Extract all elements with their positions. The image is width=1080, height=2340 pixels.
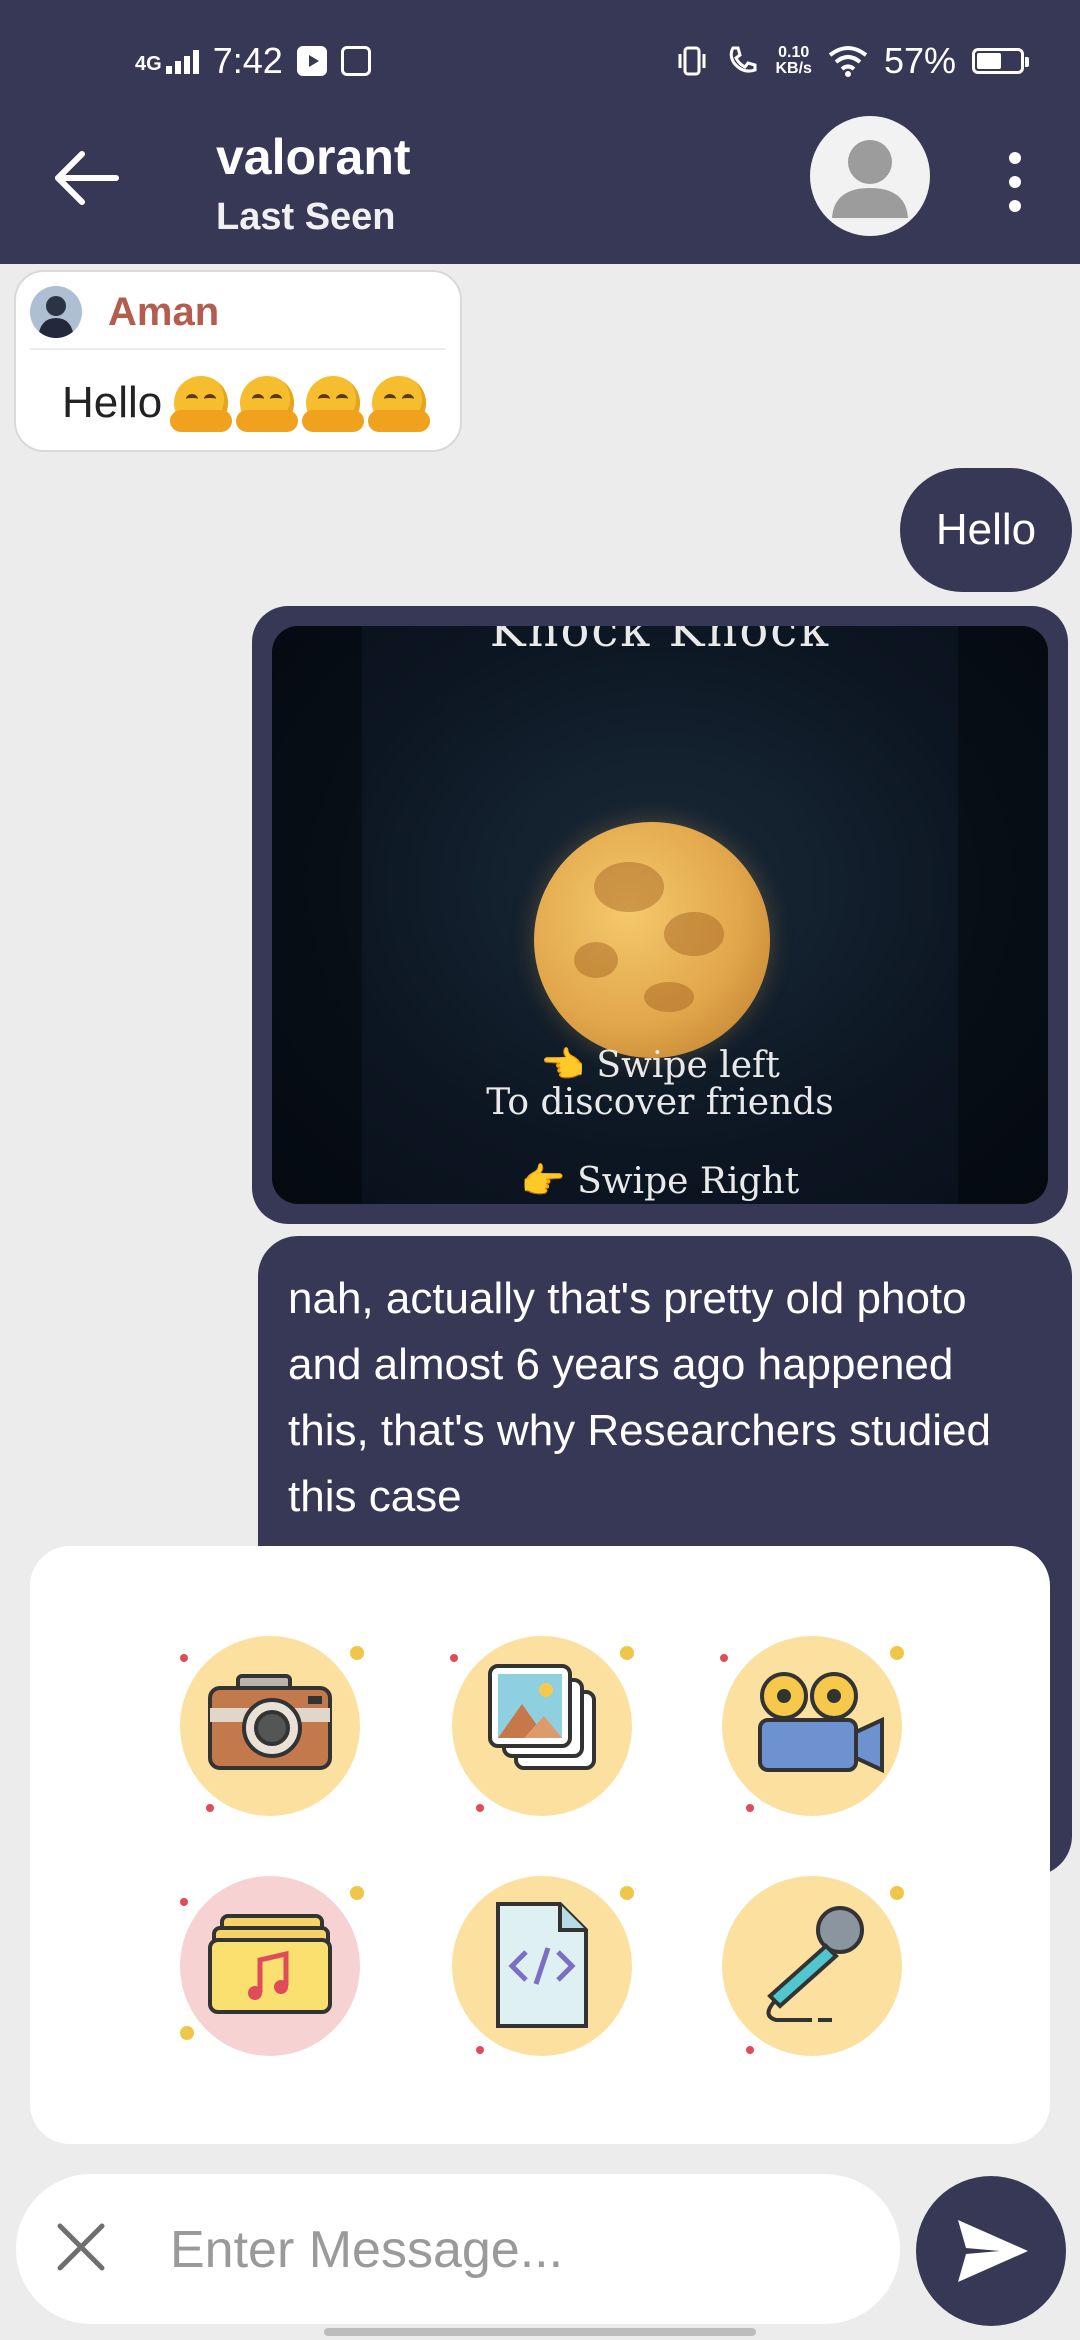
- attach-video-button[interactable]: [722, 1636, 902, 1816]
- battery-level: [977, 53, 1001, 69]
- moon-image: [534, 822, 770, 1058]
- attach-voice-button[interactable]: [722, 1876, 902, 2056]
- hugging-face-emoji-icon: [236, 376, 299, 432]
- network-type: 4G: [135, 53, 162, 75]
- last-seen-status: Last Seen: [216, 196, 396, 238]
- mail-notification-icon: [340, 46, 371, 76]
- clock: 7:42: [212, 40, 283, 81]
- image-caption-line1: 👈 Swipe left: [540, 1045, 780, 1086]
- battery-icon: [972, 48, 1029, 74]
- back-arrow-icon[interactable]: [52, 148, 122, 208]
- data-speed-value: 0.10: [778, 44, 810, 61]
- outgoing-image-bubble[interactable]: Knock Knock 👈 Swipe left To discover fri…: [252, 606, 1068, 1224]
- more-options-icon[interactable]: [1000, 152, 1030, 212]
- music-folder-icon: [208, 1914, 332, 2014]
- chat-header: 4G 7:42 0.10 KB/s 57% valorant Last Seen: [0, 0, 1080, 264]
- hugging-face-emoji-icon: [302, 376, 365, 432]
- data-speed-unit: KB/s: [775, 60, 812, 77]
- shared-image[interactable]: Knock Knock 👈 Swipe left To discover fri…: [272, 626, 1048, 1204]
- incoming-message-bubble[interactable]: Aman Hello: [14, 270, 462, 452]
- wifi-icon: [828, 46, 868, 77]
- network-icon: 4G: [135, 48, 199, 74]
- sender-name: Aman: [108, 290, 220, 334]
- incoming-message-text: Hello: [62, 378, 163, 427]
- outgoing-message-text: Hello: [935, 505, 1037, 554]
- code-file-icon: [496, 1902, 588, 2028]
- attach-document-button[interactable]: [452, 1876, 632, 2056]
- hugging-face-emoji-icon: [170, 376, 233, 432]
- divider: [30, 348, 446, 350]
- attachment-panel: [30, 1546, 1050, 2144]
- data-speed: 0.10 KB/s: [775, 45, 811, 77]
- chat-title[interactable]: valorant: [216, 128, 411, 186]
- outgoing-message-bubble[interactable]: Hello: [900, 468, 1072, 592]
- image-caption-line2: To discover friends: [486, 1082, 834, 1123]
- youtube-notification-icon: [296, 46, 327, 76]
- sender-avatar: [30, 286, 82, 338]
- wifi-calling-icon: [730, 46, 757, 73]
- microphone-icon: [766, 1906, 864, 2022]
- vibrate-icon: [678, 46, 706, 76]
- incoming-message-text-row: Hello: [62, 376, 431, 432]
- status-bar: 4G 7:42 0.10 KB/s 57%: [0, 0, 1080, 120]
- video-camera-icon: [758, 1672, 884, 1774]
- close-icon[interactable]: [54, 2220, 108, 2274]
- attach-camera-button[interactable]: [180, 1636, 360, 1816]
- image-caption-top: Knock Knock: [489, 626, 831, 658]
- attach-audio-button[interactable]: [180, 1876, 360, 2056]
- camera-icon: [208, 1674, 332, 1770]
- image-caption-line3: 👉 Swipe Right: [520, 1161, 800, 1202]
- message-composer: [16, 2174, 900, 2324]
- user-placeholder-icon: [832, 140, 908, 218]
- contact-avatar[interactable]: [810, 116, 930, 236]
- hugging-face-emoji-icon: [368, 376, 431, 432]
- message-input[interactable]: [168, 2204, 872, 2296]
- gallery-icon: [488, 1664, 596, 1770]
- send-button[interactable]: [916, 2176, 1066, 2326]
- battery-percent: 57%: [883, 40, 956, 81]
- attach-gallery-button[interactable]: [452, 1636, 632, 1816]
- outgoing-long-text: nah, actually that's pretty old photo an…: [288, 1274, 991, 1521]
- home-indicator[interactable]: [324, 2328, 756, 2336]
- send-icon: [958, 2220, 1028, 2282]
